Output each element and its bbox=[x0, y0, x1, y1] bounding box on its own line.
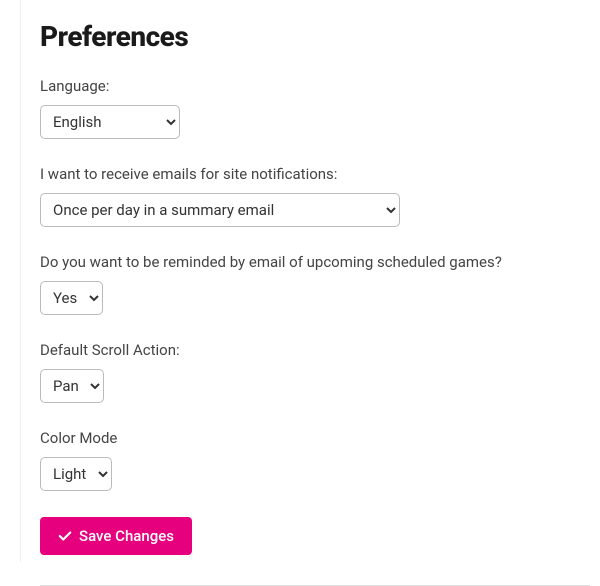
email-notifications-field: I want to receive emails for site notifi… bbox=[40, 165, 590, 227]
left-divider bbox=[20, 0, 21, 562]
color-mode-select[interactable]: Light bbox=[40, 457, 112, 491]
save-button[interactable]: Save Changes bbox=[40, 517, 192, 555]
game-reminders-field: Do you want to be reminded by email of u… bbox=[40, 253, 590, 315]
save-button-label: Save Changes bbox=[79, 527, 174, 545]
language-label: Language: bbox=[40, 77, 590, 95]
scroll-action-label: Default Scroll Action: bbox=[40, 341, 590, 359]
preferences-panel: Preferences Language: English I want to … bbox=[0, 0, 600, 586]
scroll-action-field: Default Scroll Action: Pan bbox=[40, 341, 590, 403]
language-select[interactable]: English bbox=[40, 105, 180, 139]
page-title: Preferences bbox=[40, 20, 590, 53]
color-mode-label: Color Mode bbox=[40, 429, 590, 447]
language-field: Language: English bbox=[40, 77, 590, 139]
check-icon bbox=[58, 529, 72, 543]
scroll-action-select[interactable]: Pan bbox=[40, 369, 104, 403]
game-reminders-label: Do you want to be reminded by email of u… bbox=[40, 253, 590, 271]
color-mode-field: Color Mode Light bbox=[40, 429, 590, 491]
email-notifications-label: I want to receive emails for site notifi… bbox=[40, 165, 590, 183]
game-reminders-select[interactable]: Yes bbox=[40, 281, 103, 315]
email-notifications-select[interactable]: Once per day in a summary email bbox=[40, 193, 400, 227]
